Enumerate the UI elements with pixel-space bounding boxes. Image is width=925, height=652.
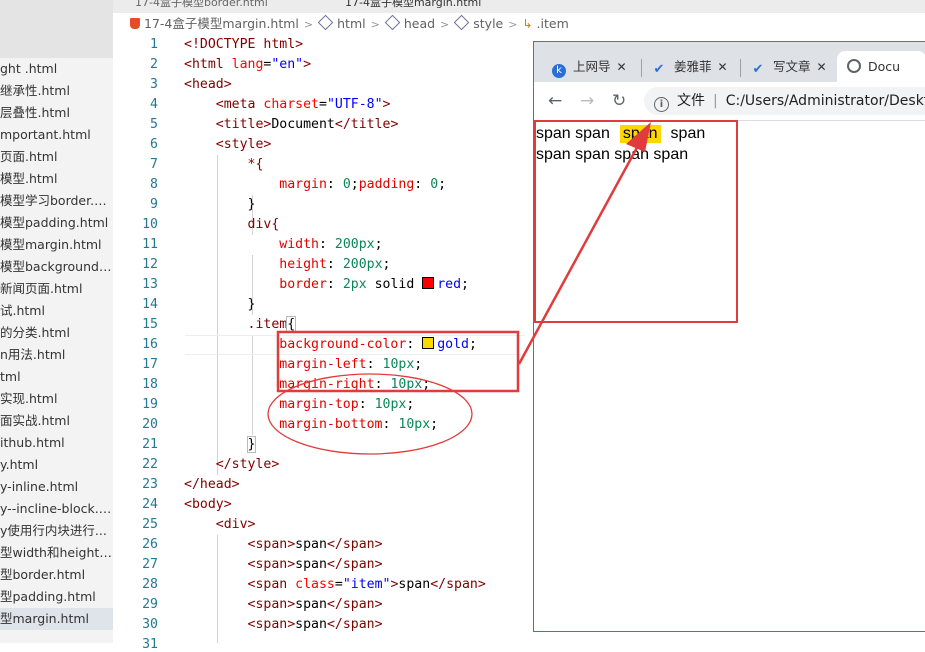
annotation-highlight-box xyxy=(276,330,520,393)
annotation-arrow-head xyxy=(626,122,651,152)
annotation-ellipse xyxy=(267,373,473,455)
annotation-arrow-line xyxy=(517,141,642,365)
annotation-overlay xyxy=(267,120,738,455)
